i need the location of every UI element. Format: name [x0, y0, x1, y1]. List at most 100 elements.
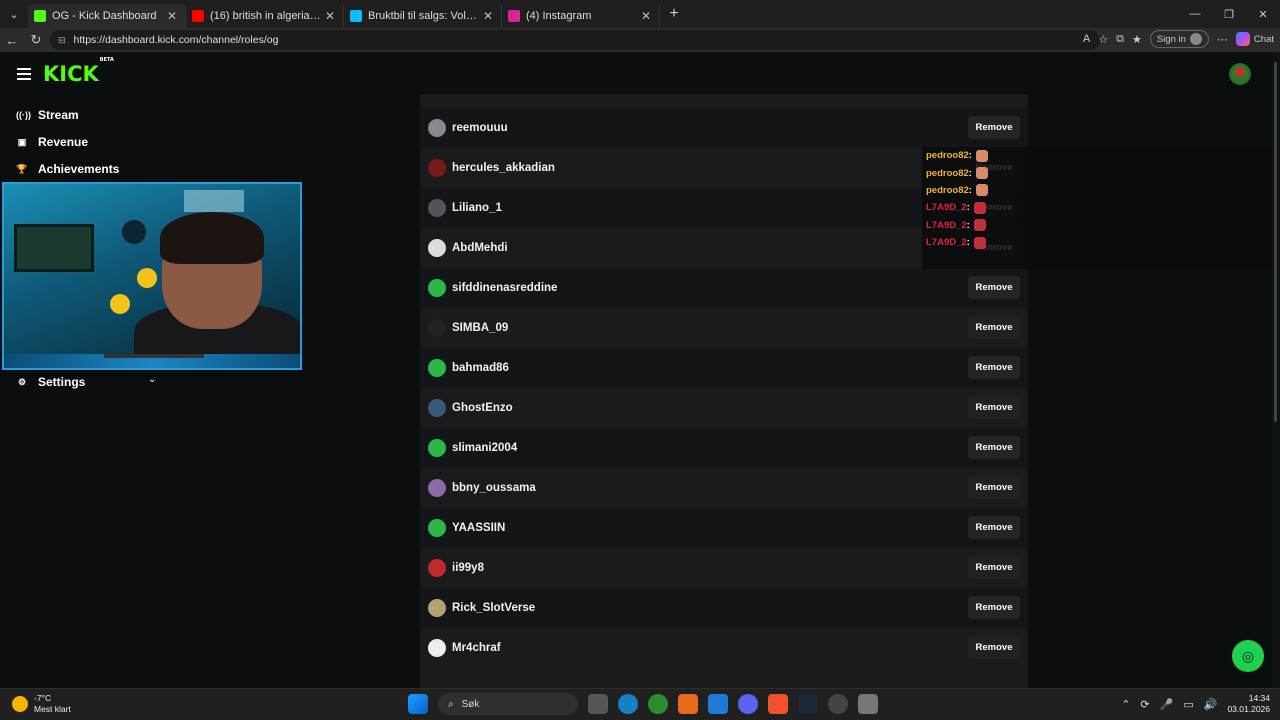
- microphone-icon[interactable]: 🎤: [1160, 698, 1174, 711]
- maximize-button[interactable]: ❐: [1212, 0, 1246, 28]
- remove-button[interactable]: Remove: [968, 276, 1020, 299]
- steam-icon[interactable]: [798, 694, 818, 714]
- new-tab-button[interactable]: +: [660, 5, 688, 23]
- avatar: [428, 479, 446, 497]
- chat-username: pedroo82: [926, 184, 969, 196]
- webcam-frame-bar-inner: [104, 354, 204, 358]
- table-row: ii99y8 Remove: [420, 548, 1028, 588]
- sidebar-item-settings[interactable]: ⚙ Settings: [16, 375, 85, 389]
- store-icon[interactable]: [708, 694, 728, 714]
- table-row: Mr4chraf Remove: [420, 628, 1028, 668]
- sidebar-item-achievements[interactable]: 🏆 Achievements: [16, 162, 119, 176]
- kick-logo[interactable]: KICKBETA: [43, 57, 114, 86]
- sidebar-item-revenue[interactable]: ▣ Revenue: [16, 135, 88, 149]
- browser-tab[interactable]: (16) british in algeria - YouTube✕: [186, 4, 344, 28]
- chevron-down-icon[interactable]: ⌄: [148, 374, 156, 385]
- close-tab-icon[interactable]: ✕: [481, 9, 495, 23]
- support-chat-icon[interactable]: ◎: [1232, 640, 1264, 672]
- username: SIMBA_09: [452, 322, 509, 334]
- edge-icon[interactable]: [618, 694, 638, 714]
- page-scrollbar[interactable]: [1272, 52, 1280, 688]
- favorites-icon[interactable]: ★: [1132, 33, 1142, 46]
- site-info-icon[interactable]: ⊟: [58, 35, 66, 46]
- table-row: reemouuu Remove: [420, 108, 1028, 148]
- beta-badge: BETA: [99, 57, 114, 63]
- windows-taskbar: -7°C Mest klart ⌕ Søk ⌃ ⟳ 🎤 ▭ 🔊 14:34 03.…: [0, 688, 1280, 720]
- volume-icon[interactable]: 🔊: [1204, 698, 1218, 711]
- finn-icon: [350, 10, 362, 22]
- username: YAASSIIN: [452, 522, 506, 534]
- sign-in-label: Sign in: [1156, 33, 1186, 45]
- remove-button[interactable]: Remove: [968, 116, 1020, 139]
- browser-tab[interactable]: Bruktbil til salgs: Volkswagen Golf✕: [344, 4, 502, 28]
- remove-button[interactable]: Remove: [968, 636, 1020, 659]
- kick-icon: [34, 10, 46, 22]
- gear-icon: ⚙: [17, 376, 27, 387]
- webcam-emoji-pillow: [137, 268, 157, 288]
- chat-message: pedroo82 :: [922, 147, 1280, 164]
- brave-icon[interactable]: [768, 694, 788, 714]
- browser-tab[interactable]: (4) Instagram ✕: [502, 4, 660, 28]
- discord-icon[interactable]: [738, 694, 758, 714]
- taskbar-apps: ⌕ Søk: [408, 693, 878, 715]
- back-button[interactable]: ←: [0, 33, 24, 48]
- remove-button[interactable]: Remove: [968, 356, 1020, 379]
- windows-start-icon[interactable]: [408, 694, 428, 714]
- instagram-icon: [508, 10, 520, 22]
- reload-button[interactable]: ↻: [24, 32, 48, 48]
- chat-message: L7A9D_2 :: [922, 199, 1280, 216]
- window-controls: — ❐ ✕: [1178, 0, 1280, 28]
- sign-in-button[interactable]: Sign in: [1149, 30, 1209, 48]
- chat-emote-icon: [973, 219, 986, 232]
- tab-actions-menu[interactable]: ⌄: [0, 0, 28, 28]
- more-menu-icon[interactable]: ⋯: [1217, 33, 1228, 46]
- favorite-icon[interactable]: ☆: [1098, 33, 1108, 46]
- username: AbdMehdi: [452, 242, 508, 254]
- address-bar[interactable]: ⊟ https://dashboard.kick.com/channel/rol…: [50, 30, 1100, 50]
- weather-widget[interactable]: -7°C Mest klart: [12, 693, 71, 715]
- app-icon[interactable]: [828, 694, 848, 714]
- remove-button[interactable]: Remove: [968, 316, 1020, 339]
- sync-icon[interactable]: ⟳: [1140, 698, 1149, 711]
- task-view-icon[interactable]: [588, 694, 608, 714]
- remove-button[interactable]: Remove: [968, 596, 1020, 619]
- sidebar-item-stream[interactable]: ((·)) Stream: [16, 108, 79, 122]
- network-icon[interactable]: ▭: [1183, 698, 1193, 711]
- clock-time: 14:34: [1248, 693, 1270, 703]
- remove-button[interactable]: Remove: [968, 516, 1020, 539]
- chat-username: pedroo82: [926, 167, 969, 179]
- close-tab-icon[interactable]: ✕: [323, 9, 337, 23]
- taskbar-clock[interactable]: 14:34 03.01.2026: [1227, 693, 1270, 715]
- scrollbar-thumb[interactable]: [1274, 62, 1277, 422]
- sidebar-item-label: Stream: [38, 108, 79, 122]
- taskbar-search[interactable]: ⌕ Søk: [438, 693, 578, 715]
- app-icon[interactable]: [678, 694, 698, 714]
- copilot-icon: [1235, 32, 1250, 46]
- close-window-button[interactable]: ✕: [1246, 0, 1280, 28]
- table-row: GhostEnzo Remove: [420, 388, 1028, 428]
- minimize-button[interactable]: —: [1178, 0, 1212, 28]
- broadcast-icon: ((·)): [16, 110, 31, 120]
- browser-tab[interactable]: OG - Kick Dashboard ✕: [28, 4, 186, 28]
- xbox-icon[interactable]: [648, 694, 668, 714]
- table-row: SIMBA_09 Remove: [420, 308, 1028, 348]
- avatar: [428, 599, 446, 617]
- copilot-chat-button[interactable]: Chat: [1235, 32, 1274, 46]
- extensions-icon[interactable]: ⧉: [1116, 33, 1124, 46]
- sidebar-item-label: Achievements: [38, 162, 120, 176]
- browser-toolbar-right: A ☆ ⧉ ★ Sign in ⋯ Chat: [1083, 30, 1274, 48]
- chevron-up-icon[interactable]: ⌃: [1121, 698, 1130, 711]
- user-avatar[interactable]: [1229, 63, 1251, 85]
- menu-icon[interactable]: [17, 68, 31, 83]
- avatar: [428, 319, 446, 337]
- remove-button[interactable]: Remove: [968, 396, 1020, 419]
- remove-button[interactable]: Remove: [968, 476, 1020, 499]
- settings-app-icon[interactable]: [858, 694, 878, 714]
- remove-button[interactable]: Remove: [968, 556, 1020, 579]
- weather-condition: Mest klart: [34, 704, 71, 714]
- remove-button[interactable]: Remove: [968, 436, 1020, 459]
- chat-emote-icon: [973, 201, 986, 214]
- close-tab-icon[interactable]: ✕: [165, 9, 179, 23]
- close-tab-icon[interactable]: ✕: [639, 9, 653, 23]
- read-aloud-icon[interactable]: A: [1083, 33, 1090, 45]
